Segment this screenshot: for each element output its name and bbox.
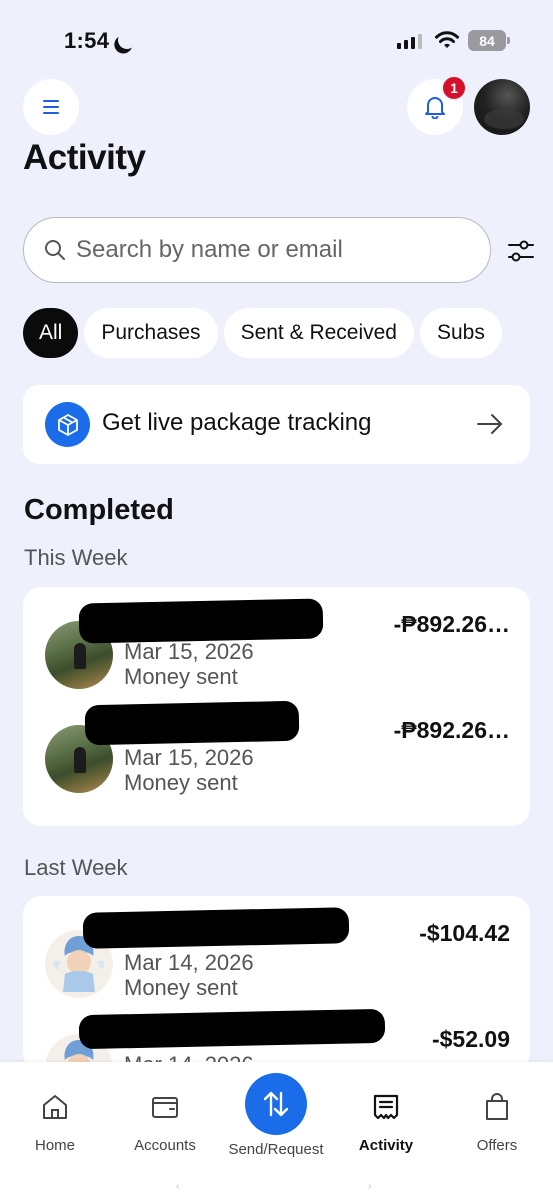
battery-level: 84 xyxy=(479,32,495,49)
transaction-amount: -$52.09 xyxy=(431,1026,510,1052)
transaction-amount: -$104.42 xyxy=(419,920,510,946)
battery-icon: 84 xyxy=(468,30,510,51)
transaction-date: Mar 15, 2026 xyxy=(124,745,254,770)
transaction-row[interactable]: Mar 15, 2026 Money sent -₱892.26… xyxy=(23,700,530,805)
promo-label: Get live package tracking xyxy=(102,409,372,436)
moon-icon xyxy=(115,28,138,51)
transaction-row[interactable]: Mar 14, 2026 Money sent -$104.42 xyxy=(23,907,530,1008)
send-request-label: Send/Request xyxy=(228,1141,324,1158)
transaction-description: Money sent xyxy=(124,664,238,689)
transaction-date: Mar 15, 2026 xyxy=(124,639,254,664)
nav-accounts[interactable]: Accounts xyxy=(115,1092,215,1154)
menu-icon-bar xyxy=(43,100,59,102)
transactions-card: Mar 14, 2026 Money sent -$104.42 Mar 14,… xyxy=(23,896,530,1071)
transaction-description: Money sent xyxy=(124,975,238,1000)
group-label: This Week xyxy=(24,545,128,570)
chevron-left-icon: ‹ xyxy=(176,1181,180,1192)
filter-chip-subs[interactable]: Subs xyxy=(420,308,502,358)
transaction-description: Money sent xyxy=(124,770,238,795)
menu-icon-bar xyxy=(43,106,59,108)
bell-icon xyxy=(425,97,445,119)
nav-activity[interactable]: Activity xyxy=(336,1092,436,1154)
section-title: Completed xyxy=(24,494,174,526)
filter-chips: All Purchases Sent & Received Subs xyxy=(23,308,530,360)
page-title: Activity xyxy=(23,138,146,177)
nav-home[interactable]: Home xyxy=(5,1092,105,1154)
transaction-amount: -₱892.26… xyxy=(393,611,510,637)
filter-sliders-icon[interactable] xyxy=(505,235,537,267)
search-bar[interactable] xyxy=(23,217,491,283)
nav-offers[interactable]: Offers xyxy=(447,1092,547,1154)
wallet-icon xyxy=(152,1097,178,1118)
transaction-amount: -₱892.26… xyxy=(393,717,510,743)
arrow-right-icon xyxy=(477,414,502,434)
nav-label: Accounts xyxy=(134,1137,196,1154)
shopping-bag-icon xyxy=(486,1093,508,1120)
redacted-name xyxy=(78,1008,386,1050)
status-time: 1:54 xyxy=(64,28,110,53)
notification-badge: 1 xyxy=(441,75,467,101)
redacted-name xyxy=(84,700,300,746)
transaction-date: Mar 14, 2026 xyxy=(124,950,254,975)
cellular-signal-icon xyxy=(397,33,422,49)
nav-label: Offers xyxy=(476,1137,518,1154)
profile-avatar[interactable] xyxy=(474,79,530,135)
send-request-button[interactable] xyxy=(245,1073,307,1135)
filter-chip-sent-received[interactable]: Sent & Received xyxy=(223,308,414,358)
search-input[interactable] xyxy=(76,236,466,264)
redacted-name xyxy=(78,598,324,644)
wifi-icon xyxy=(435,31,459,48)
package-tracking-banner[interactable]: Get live package tracking xyxy=(23,385,530,464)
filter-chip-all[interactable]: All xyxy=(23,308,79,358)
group-label: Last Week xyxy=(24,855,128,880)
receipt-icon xyxy=(373,1094,399,1120)
swap-arrows-icon xyxy=(263,1091,289,1117)
transactions-card: Mar 15, 2026 Money sent -₱892.26… Mar 15… xyxy=(23,587,530,826)
chevron-right-icon: › xyxy=(368,1181,372,1192)
transaction-row[interactable]: Mar 15, 2026 Money sent -₱892.26… xyxy=(23,598,530,699)
home-icon xyxy=(43,1095,67,1119)
package-icon xyxy=(45,402,90,447)
menu-icon-bar xyxy=(43,112,59,114)
redacted-name xyxy=(82,907,350,949)
nav-label: Activity xyxy=(358,1137,414,1154)
search-icon xyxy=(45,240,65,260)
menu-button[interactable] xyxy=(23,79,79,135)
status-bar: 1:54 84 xyxy=(0,0,553,80)
filter-chip-purchases[interactable]: Purchases xyxy=(84,308,218,358)
nav-label: Home xyxy=(34,1137,75,1154)
